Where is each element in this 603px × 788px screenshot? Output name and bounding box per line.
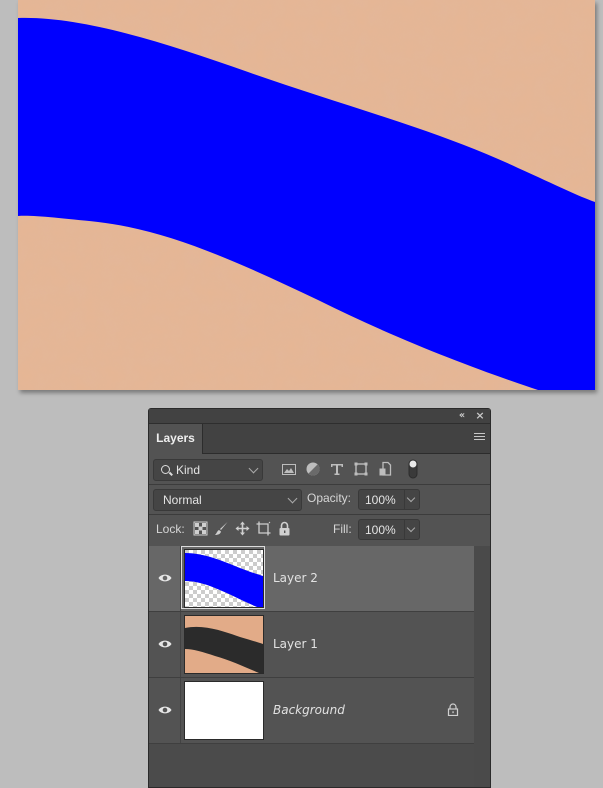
document-canvas[interactable] [18,0,595,390]
opacity-value[interactable]: 100% [365,493,396,507]
opacity-label: Opacity: [307,491,352,505]
visibility-toggle[interactable] [149,546,181,611]
blend-mode-select[interactable]: Normal [153,489,302,511]
blend-mode-value: Normal [163,493,202,507]
layers-list: Layer 2 Layer 1 Background [149,546,474,787]
kind-filter-label: Kind [176,463,201,477]
type-layer-filter-icon[interactable] [329,461,345,477]
shape-layer-filter-icon[interactable] [353,461,369,477]
lock-all-icon[interactable] [277,521,292,536]
panel-tab-bar: Layers [149,424,490,454]
layer-thumbnail [184,615,264,674]
lock-image-pixels-icon[interactable] [214,521,229,536]
eye-icon[interactable] [158,573,172,583]
canvas-image [18,0,595,390]
layer-name[interactable]: Background [273,703,345,717]
search-icon [161,465,170,474]
fill-label: Fill: [333,522,352,536]
fill-dropdown-button[interactable] [404,520,419,539]
filter-toggle-icon[interactable] [405,459,421,479]
lock-row: Lock: Fill: 100% [149,515,490,545]
adjustment-layer-filter-icon[interactable] [305,461,321,477]
layer-name[interactable]: Layer 2 [273,571,318,585]
tab-layers[interactable]: Layers [149,424,203,454]
layers-panel-body: Kind Normal Opacity: 100% Lock: Fill: 10… [149,454,490,787]
lock-transparent-pixels-icon[interactable] [193,521,208,536]
layer-row-layer-1[interactable]: Layer 1 [149,612,474,678]
chevron-down-icon [287,493,298,504]
layers-panel: ‹‹ × Layers Kind Normal Opacity: 100% Lo… [148,408,491,788]
fill-value[interactable]: 100% [365,523,396,537]
lock-artboard-icon[interactable] [256,521,271,536]
opacity-field[interactable]: 100% [358,489,420,510]
eye-icon[interactable] [158,639,172,649]
layer-row-layer-2[interactable]: Layer 2 [149,546,474,612]
panel-title-bar[interactable]: ‹‹ × [149,409,490,424]
fill-field[interactable]: 100% [358,519,420,540]
layer-thumbnail [184,681,264,740]
visibility-toggle[interactable] [149,612,181,677]
layer-thumbnail [184,549,264,608]
layer-name[interactable]: Layer 1 [273,637,318,651]
kind-filter-select[interactable]: Kind [153,459,263,481]
eye-icon[interactable] [158,705,172,715]
blend-row: Normal Opacity: 100% [149,485,490,515]
lock-icon [447,703,459,716]
layers-scrollbar[interactable] [474,546,490,787]
close-icon[interactable]: × [474,409,486,423]
pixel-layer-filter-icon[interactable] [281,461,297,477]
lock-label: Lock: [156,522,185,536]
lock-position-icon[interactable] [235,521,250,536]
hamburger-menu-icon[interactable] [474,433,485,442]
layer-row-background[interactable]: Background [149,678,474,744]
double-chevron-left-icon[interactable]: ‹‹ [454,409,468,423]
smart-object-filter-icon[interactable] [377,461,393,477]
visibility-toggle[interactable] [149,678,181,743]
filter-row: Kind [149,454,490,485]
opacity-dropdown-button[interactable] [404,490,419,509]
chevron-down-icon [248,463,259,474]
